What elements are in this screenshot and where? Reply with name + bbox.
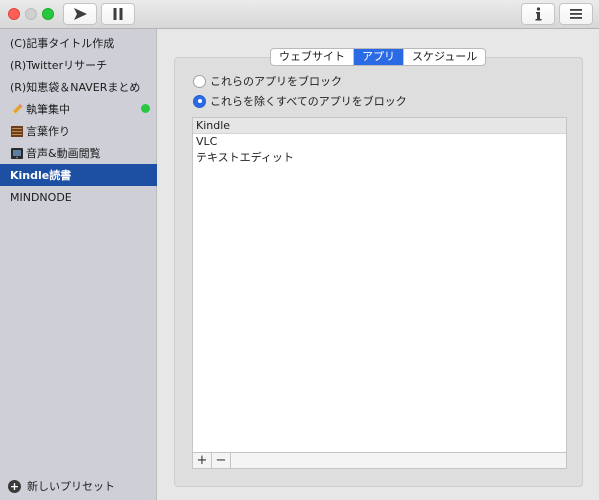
sidebar-item-title-writing[interactable]: (C)記事タイトル作成 <box>0 32 157 54</box>
block-all-except-option[interactable]: これらを除くすべてのアプリをブロック <box>193 93 407 109</box>
block-listed-label: これらのアプリをブロック <box>210 75 342 88</box>
tab-bar: ウェブサイト アプリ スケジュール <box>270 48 487 66</box>
sidebar-item-label: (C)記事タイトル作成 <box>10 37 115 50</box>
sidebar-item-word-making[interactable]: 言葉作り <box>0 120 157 142</box>
add-preset-label: 新しいプリセット <box>27 480 115 493</box>
tab-websites[interactable]: ウェブサイト <box>271 49 354 65</box>
info-icon <box>535 7 542 21</box>
sidebar-item-audio-video[interactable]: 音声&動画閲覧 <box>0 142 157 164</box>
pencil-icon <box>12 103 23 114</box>
play-icon <box>74 8 87 20</box>
menu-button[interactable] <box>559 3 593 25</box>
add-app-button[interactable]: + <box>193 453 212 468</box>
info-button[interactable] <box>521 3 555 25</box>
tab-schedule[interactable]: スケジュール <box>404 49 485 65</box>
block-all-except-label: これらを除くすべてのアプリをブロック <box>210 95 407 108</box>
pause-button[interactable] <box>101 3 135 25</box>
list-item[interactable]: テキストエディット <box>193 150 566 166</box>
block-listed-option[interactable]: これらのアプリをブロック <box>193 73 342 89</box>
sidebar-item-label: 音声&動画閲覧 <box>26 147 101 160</box>
window-titlebar <box>0 0 599 29</box>
minimize-window-button[interactable] <box>25 8 37 20</box>
sidebar-item-label: (R)Twitterリサーチ <box>10 59 108 72</box>
sidebar-item-label: Kindle読書 <box>10 169 72 182</box>
zoom-window-button[interactable] <box>42 8 54 20</box>
film-icon <box>11 147 23 159</box>
menu-icon <box>570 9 582 19</box>
sidebar-item-label: 言葉作り <box>26 125 70 138</box>
list-item[interactable]: VLC <box>193 134 566 150</box>
preset-sidebar: (C)記事タイトル作成 (R)Twitterリサーチ (R)知恵袋＆NAVERま… <box>0 29 157 500</box>
close-window-button[interactable] <box>8 8 20 20</box>
active-status-dot <box>141 104 150 113</box>
sidebar-item-kindle-reading[interactable]: Kindle読書 <box>0 164 157 186</box>
book-icon <box>11 125 23 137</box>
block-listed-radio[interactable] <box>193 74 206 88</box>
list-item[interactable]: Kindle <box>193 118 566 134</box>
pause-icon <box>113 8 123 20</box>
sidebar-item-label: MINDNODE <box>10 190 72 204</box>
sidebar-item-label: (R)知恵袋＆NAVERまとめ <box>10 81 141 94</box>
list-footer: + − <box>193 452 566 468</box>
sidebar-item-twitter-research[interactable]: (R)Twitterリサーチ <box>0 54 157 76</box>
add-preset-button[interactable]: + 新しいプリセット <box>8 478 115 494</box>
start-button[interactable] <box>63 3 97 25</box>
remove-app-button[interactable]: − <box>212 453 231 468</box>
sidebar-item-label: 執筆集中 <box>26 103 70 116</box>
sidebar-item-writing-focus[interactable]: 執筆集中 <box>0 98 157 120</box>
app-list: Kindle VLC テキストエディット + − <box>192 117 567 469</box>
sidebar-item-mindnode[interactable]: MINDNODE <box>0 186 157 208</box>
sidebar-item-chiebukuro-naver[interactable]: (R)知恵袋＆NAVERまとめ <box>0 76 157 98</box>
block-all-except-radio[interactable] <box>193 94 206 108</box>
add-circle-icon: + <box>8 479 21 493</box>
tab-apps[interactable]: アプリ <box>354 49 404 65</box>
